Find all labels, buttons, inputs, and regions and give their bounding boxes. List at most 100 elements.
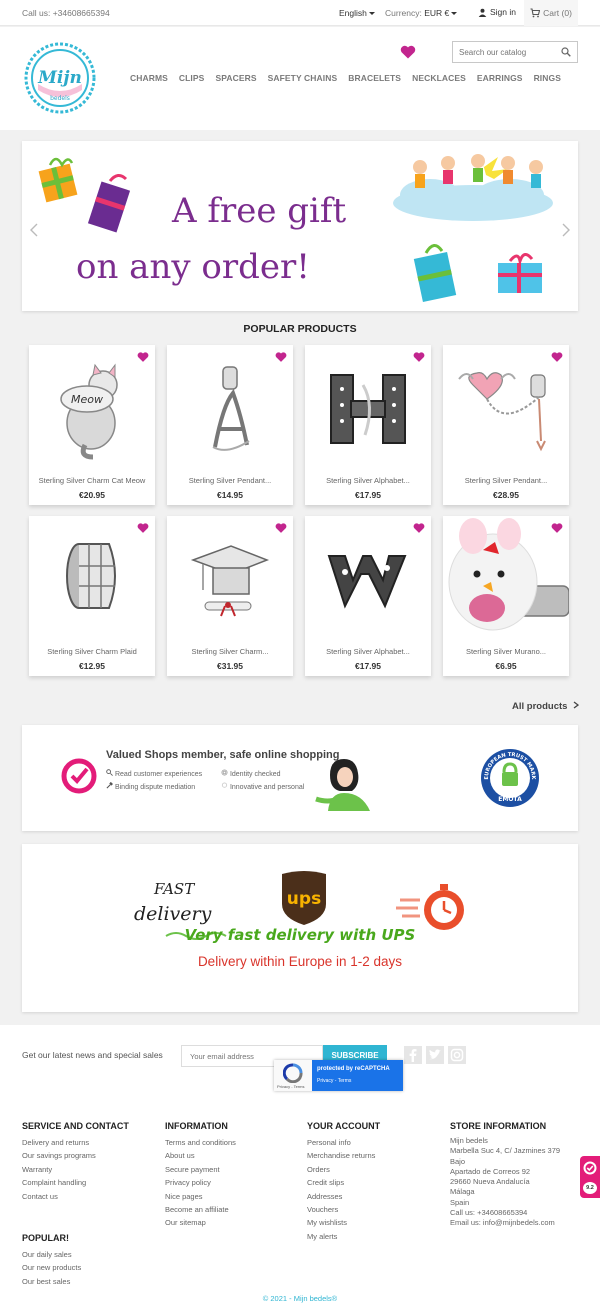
product-name[interactable]: Sterling Silver Pendant... xyxy=(167,476,293,485)
product-image[interactable] xyxy=(29,516,155,638)
footer-link[interactable]: Contact us xyxy=(22,1190,129,1203)
product-image[interactable] xyxy=(443,516,569,638)
language-selector[interactable]: English xyxy=(339,8,375,18)
product-name[interactable]: Sterling Silver Charm... xyxy=(167,647,293,656)
product-image[interactable] xyxy=(167,516,293,638)
sign-in-link[interactable]: Sign in xyxy=(478,7,516,17)
product-image[interactable] xyxy=(305,345,431,467)
wishlist-heart-icon[interactable] xyxy=(413,522,425,534)
footer-link[interactable]: Delivery and returns xyxy=(22,1136,129,1149)
search-icon[interactable] xyxy=(561,47,571,57)
product-price: €12.95 xyxy=(79,661,105,671)
footer-link[interactable]: About us xyxy=(165,1149,236,1162)
footer-link[interactable]: My alerts xyxy=(307,1230,380,1243)
footer-link[interactable]: Personal info xyxy=(307,1136,380,1149)
feature-label: Innovative and personal xyxy=(229,784,305,791)
wishlist-heart-icon[interactable] xyxy=(275,522,287,534)
instagram-icon[interactable] xyxy=(448,1046,466,1064)
kids-cloud-illustration xyxy=(393,153,553,221)
product-card[interactable]: Sterling Silver Murano... €6.95 xyxy=(443,516,569,676)
footer-link[interactable]: Terms and conditions xyxy=(165,1136,236,1149)
product-card[interactable]: Sterling Silver Alphabet... €17.95 xyxy=(305,516,431,676)
footer-link[interactable]: Our daily sales xyxy=(22,1248,81,1261)
product-price: €14.95 xyxy=(217,490,243,500)
product-card[interactable]: Sterling Silver Pendant... €28.95 xyxy=(443,345,569,505)
menu-item-safety-chains[interactable]: SAFETY CHAINS xyxy=(268,73,338,83)
product-card[interactable]: Sterling Silver Charm... €31.95 xyxy=(167,516,293,676)
footer-link[interactable]: My wishlists xyxy=(307,1216,380,1229)
product-card[interactable]: Sterling Silver Pendant... €14.95 xyxy=(167,345,293,505)
product-name[interactable]: Sterling Silver Pendant... xyxy=(443,476,569,485)
product-name[interactable]: Sterling Silver Alphabet... xyxy=(305,476,431,485)
search-input[interactable] xyxy=(453,42,553,63)
top-bar: Call us: +34608665394 English Currency: … xyxy=(0,0,600,26)
hero-slider[interactable]: A free gift on any order! xyxy=(22,141,578,311)
cart-button[interactable]: Cart (0) xyxy=(524,0,578,26)
footer-link[interactable]: Privacy policy xyxy=(165,1176,236,1189)
recaptcha-small-links[interactable]: Privacy - Terms xyxy=(277,1084,304,1089)
footer-link[interactable]: Become an affiliate xyxy=(165,1203,236,1216)
footer-link[interactable]: Merchandise returns xyxy=(307,1149,380,1162)
slider-headline: A free gift xyxy=(172,191,347,231)
footer-heading: INFORMATION xyxy=(165,1121,228,1131)
product-name[interactable]: Sterling Silver Alphabet... xyxy=(305,647,431,656)
footer-link[interactable]: Our new products xyxy=(22,1261,81,1274)
slider-prev-arrow[interactable] xyxy=(30,223,38,242)
footer-link[interactable]: Our savings programs xyxy=(22,1149,129,1162)
store-phone: Call us: +34608665394 xyxy=(450,1208,528,1218)
product-image[interactable] xyxy=(305,516,431,638)
footer-link[interactable]: Orders xyxy=(307,1163,380,1176)
delivery-banner[interactable]: FAST delivery ups Very fast delivery wit… xyxy=(22,844,578,1012)
menu-item-necklaces[interactable]: NECKLACES xyxy=(412,73,466,83)
product-name[interactable]: Sterling Silver Charm Cat Meow xyxy=(29,476,155,485)
logo-text: Mijn xyxy=(37,68,82,88)
valued-shops-banner[interactable]: Valued Shops member, safe online shoppin… xyxy=(22,725,578,831)
currency-value: EUR € xyxy=(424,8,450,18)
footer-information-column: INFORMATION Terms and conditions About u… xyxy=(165,1121,236,1230)
copyright[interactable]: © 2021 - Mijn bedels® xyxy=(0,1294,600,1303)
product-image[interactable] xyxy=(443,345,569,467)
slider-next-arrow[interactable] xyxy=(562,223,570,242)
product-image[interactable] xyxy=(167,345,293,467)
all-products-link[interactable]: All products xyxy=(512,701,580,712)
shop-logo[interactable]: Mijn bedels xyxy=(24,42,96,114)
footer-link[interactable]: Addresses xyxy=(307,1190,380,1203)
product-name[interactable]: Sterling Silver Murano... xyxy=(443,647,569,656)
menu-item-charms[interactable]: CHARMS xyxy=(130,73,168,83)
product-card[interactable]: Sterling Silver Charm Plaid €12.95 xyxy=(29,516,155,676)
menu-item-bracelets[interactable]: BRACELETS xyxy=(348,73,401,83)
product-card[interactable]: Sterling Silver Alphabet... €17.95 xyxy=(305,345,431,505)
wishlist-heart-icon[interactable] xyxy=(400,44,416,60)
twitter-icon[interactable] xyxy=(426,1046,444,1064)
footer-link[interactable]: Nice pages xyxy=(165,1190,236,1203)
menu-item-spacers[interactable]: SPACERS xyxy=(215,73,256,83)
recaptcha-badge[interactable]: Privacy - Terms protected by reCAPTCHA P… xyxy=(274,1060,403,1091)
facebook-icon[interactable] xyxy=(404,1046,422,1064)
valued-shops-side-badge[interactable]: 9.2 xyxy=(580,1156,600,1198)
letter-h-charm-image xyxy=(330,374,406,444)
product-name[interactable]: Sterling Silver Charm Plaid xyxy=(29,647,155,656)
gift-illustration-left xyxy=(38,157,131,233)
footer-link[interactable]: Secure payment xyxy=(165,1163,236,1176)
wishlist-heart-icon[interactable] xyxy=(137,522,149,534)
menu-item-clips[interactable]: CLIPS xyxy=(179,73,205,83)
footer-link[interactable]: Our sitemap xyxy=(165,1216,236,1229)
footer-link[interactable]: Vouchers xyxy=(307,1203,380,1216)
wishlist-heart-icon[interactable] xyxy=(275,351,287,363)
footer-link[interactable]: Our best sales xyxy=(22,1275,81,1288)
menu-item-earrings[interactable]: EARRINGS xyxy=(477,73,523,83)
footer-link[interactable]: Complaint handling xyxy=(22,1176,129,1189)
wishlist-heart-icon[interactable] xyxy=(551,351,563,363)
menu-item-rings[interactable]: RINGS xyxy=(534,73,561,83)
wishlist-heart-icon[interactable] xyxy=(413,351,425,363)
footer-link[interactable]: Warranty xyxy=(22,1163,129,1176)
product-card[interactable]: Meow Sterling Silver Charm Cat Meow €20.… xyxy=(29,345,155,505)
footer-link[interactable]: Credit slips xyxy=(307,1176,380,1189)
wishlist-heart-icon[interactable] xyxy=(137,351,149,363)
product-image[interactable]: Meow xyxy=(29,345,155,467)
rating-score: 9.2 xyxy=(583,1182,597,1194)
wishlist-heart-icon[interactable] xyxy=(551,522,563,534)
store-email[interactable]: Email us: info@mijnbedels.com xyxy=(450,1218,560,1228)
currency-selector[interactable]: Currency: EUR € xyxy=(385,8,458,18)
recaptcha-links[interactable]: Privacy - Terms xyxy=(317,1078,351,1084)
